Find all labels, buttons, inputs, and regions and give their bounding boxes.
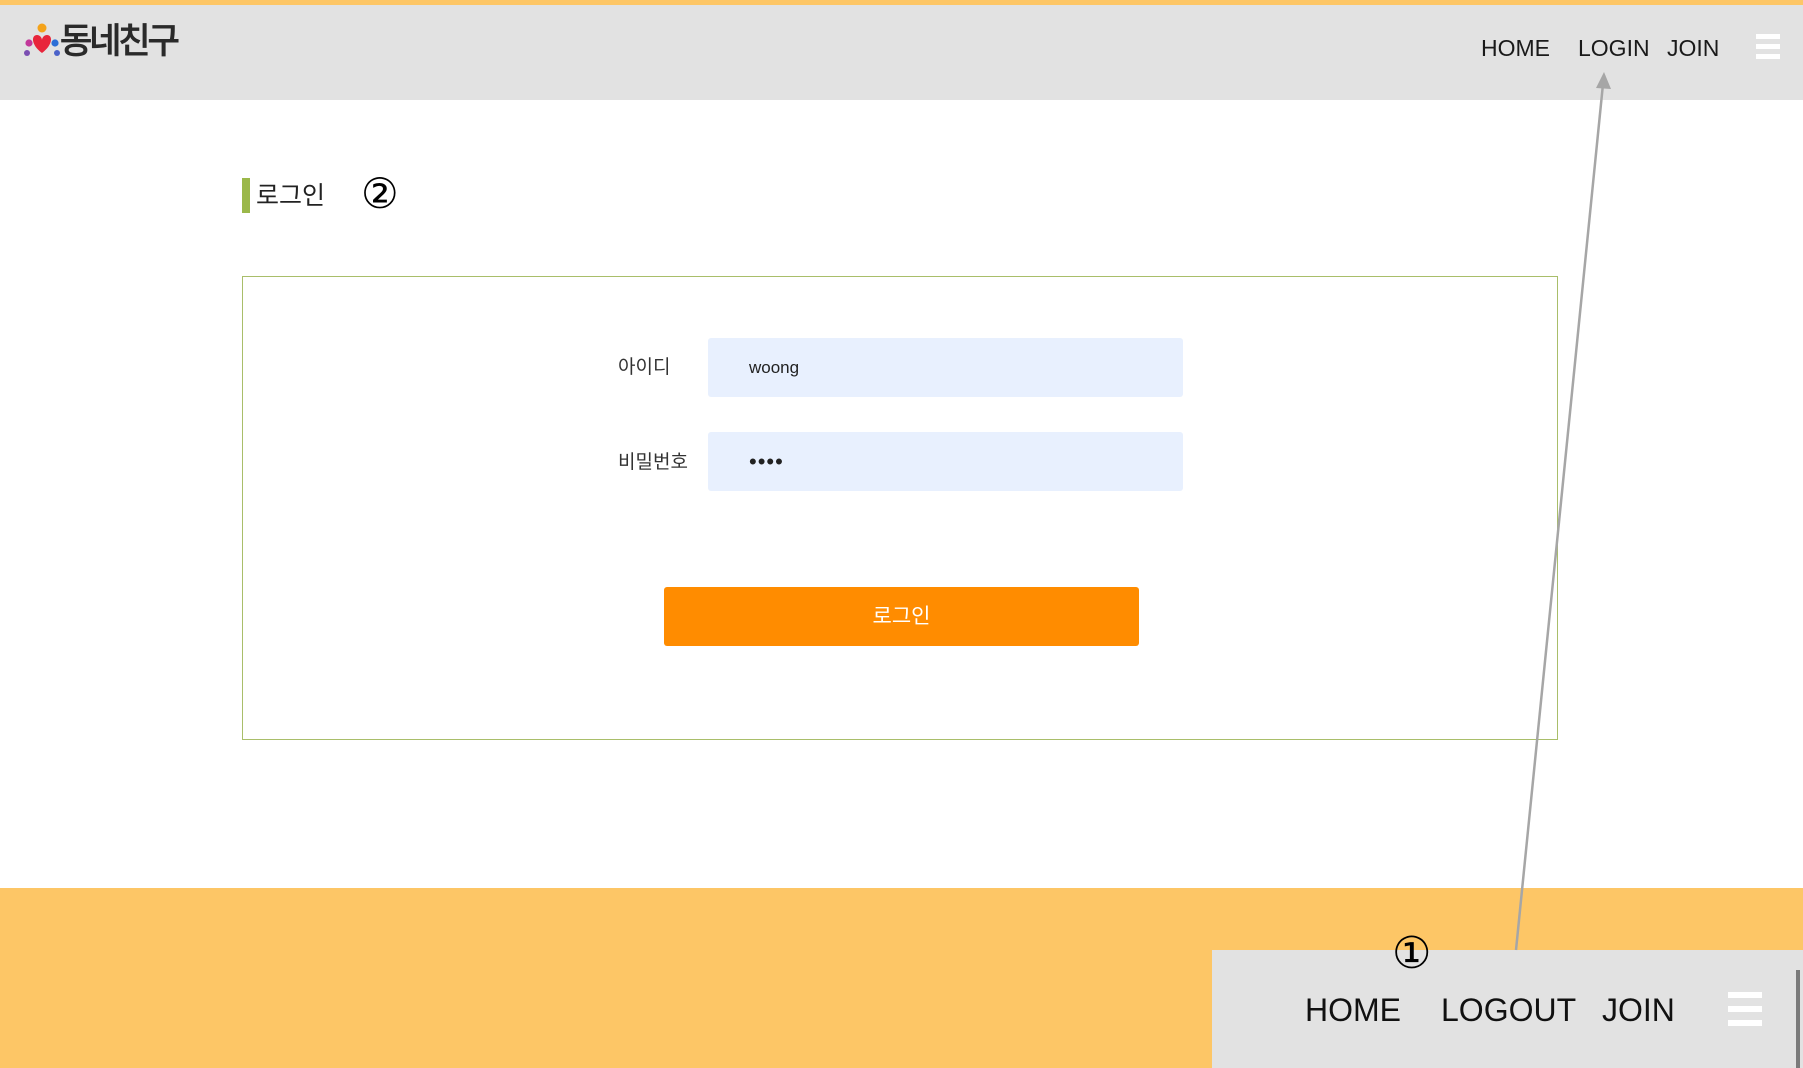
inset-scrollbar <box>1796 970 1800 1068</box>
annotation-marker-2: ② <box>361 169 399 218</box>
inset-home-link[interactable]: HOME <box>1305 988 1401 1032</box>
password-input[interactable]: •••• <box>708 432 1183 491</box>
id-label: 아이디 <box>618 356 671 378</box>
nav-join-link[interactable]: JOIN <box>1667 28 1719 68</box>
annotation-marker-1: ① <box>1392 928 1432 979</box>
inset-join-link[interactable]: JOIN <box>1602 988 1675 1032</box>
nav-home-link[interactable]: HOME <box>1481 28 1550 68</box>
nav-login-link[interactable]: LOGIN <box>1578 28 1650 68</box>
people-heart-logo-icon <box>24 23 60 56</box>
inset-hamburger-menu-icon[interactable] <box>1728 992 1762 1026</box>
hamburger-menu-icon[interactable] <box>1756 34 1780 60</box>
title-accent-bar <box>242 178 250 213</box>
page-title: 로그인 <box>256 181 326 210</box>
id-input[interactable]: woong <box>708 338 1183 397</box>
password-label: 비밀번호 <box>618 451 688 473</box>
inset-logout-link[interactable]: LOGOUT <box>1441 988 1576 1032</box>
site-logo[interactable]: 동네친구 <box>22 22 180 62</box>
logo-text: 동네친구 <box>60 22 180 62</box>
login-button[interactable]: 로그인 <box>664 587 1139 646</box>
